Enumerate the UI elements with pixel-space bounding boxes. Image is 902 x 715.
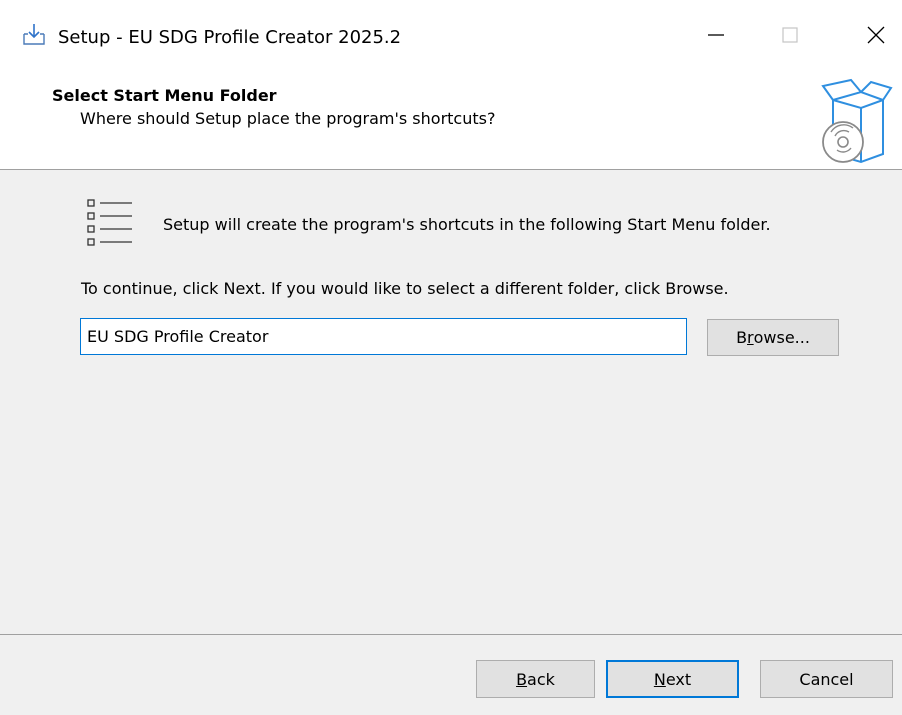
next-button[interactable]: Next	[606, 660, 739, 698]
browse-label-pre: B	[736, 328, 748, 347]
next-mnemonic: N	[653, 669, 666, 689]
setup-window: Setup - EU SDG Profile Creator 2025.2 Se…	[0, 0, 902, 715]
instruction-text: To continue, click Next. If you would li…	[81, 279, 729, 298]
page-title: Select Start Menu Folder	[52, 86, 277, 105]
browse-mnemonic: r	[747, 328, 754, 347]
back-mnemonic: B	[516, 669, 528, 689]
minimize-button[interactable]	[692, 14, 740, 56]
start-menu-folder-input[interactable]	[80, 318, 687, 355]
page-subtitle: Where should Setup place the program's s…	[80, 109, 496, 128]
next-label-rest: ext	[665, 669, 692, 689]
window-title: Setup - EU SDG Profile Creator 2025.2	[58, 27, 402, 48]
wizard-header: Select Start Menu Folder Where should Se…	[0, 72, 902, 170]
wizard-footer: Back Next Cancel	[0, 635, 902, 715]
wizard-content: Setup will create the program's shortcut…	[0, 170, 902, 634]
installer-download-icon	[22, 22, 46, 46]
browse-label-post: owse...	[753, 328, 810, 347]
close-icon	[867, 26, 885, 44]
back-label-rest: ack	[527, 669, 555, 689]
close-button[interactable]	[852, 14, 900, 56]
setup-box-disc-icon	[813, 78, 893, 164]
browse-button[interactable]: Br owse...	[707, 319, 839, 356]
list-icon	[86, 197, 134, 251]
maximize-button[interactable]	[766, 14, 814, 56]
intro-text: Setup will create the program's shortcut…	[163, 215, 771, 234]
minimize-icon	[708, 34, 724, 36]
maximize-icon	[782, 27, 798, 43]
back-button[interactable]: Back	[476, 660, 595, 698]
cancel-button[interactable]: Cancel	[760, 660, 893, 698]
title-bar[interactable]: Setup - EU SDG Profile Creator 2025.2	[0, 0, 902, 72]
